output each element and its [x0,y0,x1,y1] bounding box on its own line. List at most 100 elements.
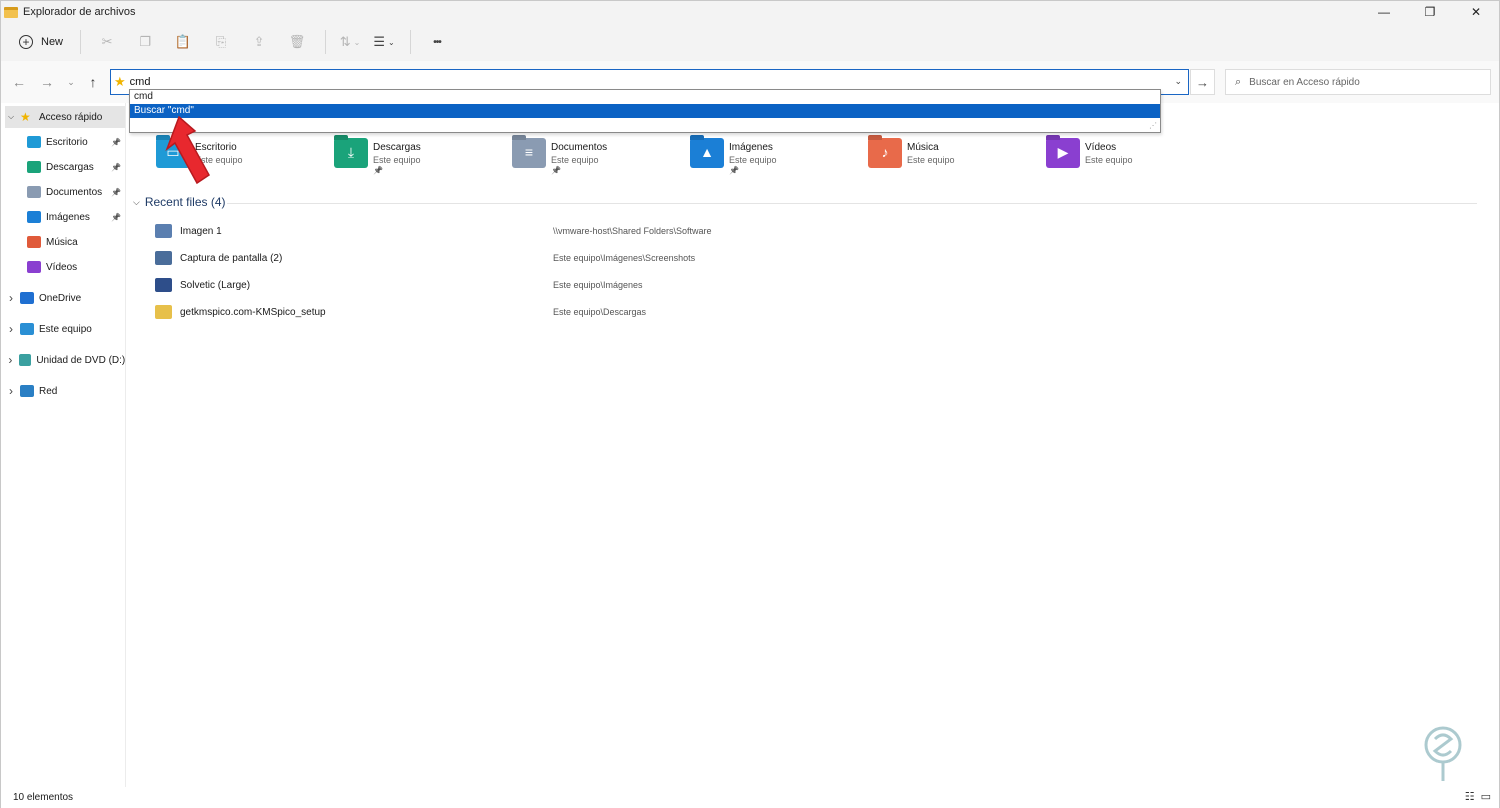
details-view-icon[interactable]: ☷ [1465,790,1475,803]
chevron-right-icon[interactable]: › [5,384,17,398]
search-input[interactable]: Buscar en Acceso rápido [1249,77,1360,88]
arrow-left-icon: ← [12,74,26,90]
go-button[interactable]: → [1190,69,1215,95]
chevron-right-icon[interactable]: › [5,353,16,367]
zip-folder-icon [155,305,172,319]
status-bar: 10 elementos ☷ ▭ [1,787,1499,808]
desktop-icon [27,136,41,148]
chevron-down-icon: ⌵ [133,196,140,207]
quick-access-folder[interactable]: ≡ Documentos Este equipo 📌 [512,138,682,178]
sidebar-item-escritorio[interactable]: Escritorio 📌 [5,131,125,153]
recent-file-row[interactable]: Captura de pantalla (2) Este equipo\Imáge… [155,248,1475,268]
sidebar-item-m-sica[interactable]: Música [5,231,125,253]
videos-icon [27,261,41,273]
command-bar: + New ✂ ❐ 📋 ⎘ ⇪ 🗑 ⇅ ⌄ ☰ ⌄ ••• [1,23,1499,61]
suggestion-item[interactable]: cmd [130,90,1160,104]
star-icon: ★ [20,110,31,124]
recent-files-title: Recent files (4) [144,195,226,209]
delete-button[interactable]: 🗑 [278,28,316,56]
file-location: \\vmware-host\Shared Folders\Software [553,226,712,236]
folder-location: Este equipo [1085,155,1133,165]
pin-icon: 📌 [729,166,739,175]
videos-folder-icon: ▶ [1046,138,1080,168]
sidebar-item-im-genes[interactable]: Imágenes 📌 [5,206,125,228]
chevron-down-icon[interactable]: ⌄ [1174,76,1182,87]
view-button[interactable]: ☰ ⌄ [367,28,401,56]
folder-name: Vídeos [1085,142,1117,153]
copy-button[interactable]: ❐ [126,28,164,56]
cut-button[interactable]: ✂ [88,28,126,56]
address-input[interactable]: cmd [130,76,151,88]
quick-access-folder[interactable]: ♪ Música Este equipo [868,138,1038,178]
pictures-folder-icon: ▲ [690,138,724,168]
folder-location: Este equipo [729,155,777,165]
file-location: Este equipo\Imágenes [553,280,643,290]
paste-button[interactable]: 📋 [164,28,202,56]
chevron-down-icon: ⌄ [387,37,395,47]
documents-folder-icon: ≡ [512,138,546,168]
close-button[interactable]: ✕ [1453,1,1499,23]
view-toggles: ☷ ▭ [1465,790,1491,803]
sidebar-item-label: Vídeos [46,261,78,273]
restore-button[interactable]: ❐ [1407,1,1453,23]
section-divider [227,203,1477,204]
sidebar-item-documentos[interactable]: Documentos 📌 [5,181,125,203]
tiles-view-icon[interactable]: ▭ [1481,790,1491,803]
sidebar-item-v-deos[interactable]: Vídeos [5,256,125,278]
share-button[interactable]: ⇪ [240,28,278,56]
new-button[interactable]: + New [15,28,71,56]
quick-access-folder[interactable]: ▲ Imágenes Este equipo 📌 [690,138,860,178]
resize-grip-icon[interactable]: ⋰ [1149,121,1157,130]
sidebar-item-acceso-r-pido[interactable]: ⌵ ★ Acceso rápido [5,106,125,128]
pin-icon: 📌 [551,166,561,175]
toolbar-divider [410,30,412,54]
screenshot-file-icon [155,251,172,265]
star-icon: ★ [114,74,126,89]
chevron-right-icon[interactable]: › [5,322,17,336]
file-name: Captura de pantalla (2) [180,252,283,264]
search-box[interactable]: ⌕ Buscar en Acceso rápido [1225,69,1491,95]
minimize-button[interactable]: — [1361,1,1407,23]
dvd-drive-icon [18,354,32,366]
up-button[interactable]: ↑ [83,73,103,91]
forward-button[interactable]: → [37,73,57,91]
view-icon: ☰ [373,34,385,49]
address-suggestions: cmd Buscar "cmd" ⋰ [129,89,1161,133]
more-options-button[interactable]: ••• [418,28,456,56]
download-folder-icon: ⤓ [334,138,368,168]
recent-files-header[interactable]: ⌵ Recent files (4) [133,195,226,209]
folder-name: Imágenes [729,142,773,153]
delete-icon: 🗑 [288,34,306,49]
sidebar-item-descargas[interactable]: Descargas 📌 [5,156,125,178]
sort-button[interactable]: ⇅ ⌄ [333,28,367,56]
recent-file-row[interactable]: Solvetic (Large) Este equipo\Imágenes [155,275,1475,295]
quick-access-folder[interactable]: ⤓ Descargas Este equipo 📌 [334,138,504,178]
folder-location: Este equipo [551,155,599,165]
arrow-right-icon: → [1196,74,1209,90]
sidebar-item-unidad-de-dvd-d-c[interactable]: › Unidad de DVD (D:) C [5,349,125,371]
quick-access-folder[interactable]: ▶ Vídeos Este equipo [1046,138,1216,178]
plus-icon: + [19,35,33,49]
sidebar-item-label: Escritorio [46,136,88,148]
recent-locations-button[interactable]: ⌄ [61,73,81,91]
recent-file-row[interactable]: Imagen 1 \\vmware-host\Shared Folders\Sof… [155,221,1475,241]
sidebar-item-label: Imágenes [46,211,90,223]
rename-icon: ⎘ [215,34,227,49]
recent-file-row[interactable]: getkmspico.com-KMSpico_setup Este equipo\… [155,302,1475,322]
sidebar-item-label: Música [46,236,78,248]
sidebar-item-red[interactable]: › Red [5,380,125,402]
search-icon: ⌕ [1235,75,1242,88]
sidebar-item-onedrive[interactable]: › OneDrive [5,287,125,309]
back-button[interactable]: ← [9,73,29,91]
file-location: Este equipo\Imágenes\Screenshots [553,253,696,263]
rename-button[interactable]: ⎘ [202,28,240,56]
chevron-right-icon[interactable]: › [5,291,17,305]
suggestion-item[interactable]: Buscar "cmd" [130,104,1160,118]
sidebar-item-este-equipo[interactable]: › Este equipo [5,318,125,340]
onedrive-icon [20,292,34,304]
solvetic-logo-icon [1424,726,1462,781]
sidebar-item-label: Descargas [46,161,94,173]
music-folder-icon: ♪ [868,138,902,168]
pictures-icon [27,211,41,223]
chevron-down-icon[interactable]: ⌵ [5,112,17,122]
